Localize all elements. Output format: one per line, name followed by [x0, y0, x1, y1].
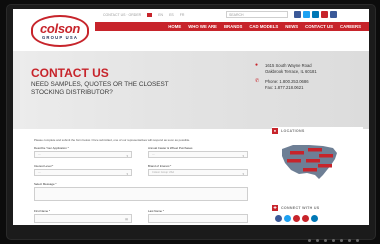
nav-item-cad-models[interactable]: CAD MODELS	[249, 24, 278, 29]
fax-number: Fax: 1.877.218.0621	[265, 84, 304, 90]
twitter-icon[interactable]	[284, 215, 291, 222]
logo-subtitle: GROUP USA	[41, 34, 79, 40]
connect-title: CONNECT WITH US	[281, 206, 320, 210]
chevron-down-icon: ▾	[242, 154, 244, 158]
linkedin-icon[interactable]	[311, 215, 318, 222]
field-label: Brand of Interest *	[148, 164, 172, 168]
location-label-marker[interactable]	[290, 151, 304, 155]
chevron-down-icon: ▾	[242, 172, 244, 176]
monitor-buttons	[308, 239, 359, 242]
header-social-icons	[294, 11, 337, 18]
connect-panel: ✚ CONNECT WITH US	[272, 204, 363, 225]
power-button[interactable]	[356, 239, 359, 242]
first-name-field[interactable]: ▤	[34, 214, 132, 223]
location-icon: ●	[272, 128, 278, 134]
social-icon[interactable]	[330, 11, 337, 18]
monitor-button[interactable]	[316, 239, 319, 242]
youtube-icon[interactable]	[293, 215, 300, 222]
location-label-marker[interactable]	[318, 164, 332, 168]
field-label: Describe Your Application *	[34, 146, 69, 150]
message-textarea[interactable]	[34, 187, 248, 201]
contact-card-icon: ▤	[125, 217, 128, 221]
utility-lang-en[interactable]: EN	[158, 13, 163, 17]
connect-social-icons	[272, 215, 363, 222]
address-line: Oakbrook Terrace, IL 60181	[265, 68, 317, 74]
pinterest-icon[interactable]	[302, 215, 309, 222]
monitor-button[interactable]	[348, 239, 351, 242]
last-name-field[interactable]	[148, 214, 248, 223]
subtitle-line: STOCKING DISTRIBUTOR?	[31, 88, 113, 96]
field-label: Annual Caster & Wheel Purchases	[148, 146, 193, 150]
location-label-marker[interactable]	[303, 168, 317, 172]
select-value: Colson Group USA	[152, 171, 175, 174]
form-intro: Please complete and submit the form belo…	[34, 138, 191, 142]
interest-level-select[interactable]: --- ▾	[34, 169, 132, 176]
chevron-down-icon: ▾	[126, 154, 128, 158]
linkedin-icon[interactable]	[312, 11, 319, 18]
flag-icon	[147, 13, 153, 17]
locations-panel: ● LOCATIONS	[272, 127, 363, 185]
page-title: CONTACT US	[31, 66, 109, 80]
browser-screen: colson GROUP USA CONTACT US · ORDER EN E…	[13, 9, 369, 225]
share-icon: ✚	[272, 205, 278, 211]
monitor-button[interactable]	[324, 239, 327, 242]
nav-item-contact-us[interactable]: CONTACT US	[305, 24, 333, 29]
us-locations-map[interactable]	[279, 139, 341, 183]
purchases-select[interactable]: --- ▾	[148, 151, 248, 158]
chevron-down-icon: ▾	[126, 172, 128, 176]
phone-icon: ✆	[255, 78, 260, 84]
facebook-icon[interactable]	[275, 215, 282, 222]
search-input[interactable]: SEARCH	[226, 11, 288, 18]
contact-hero: CONTACT US NEED SAMPLES, QUOTES OR THE C…	[13, 51, 369, 129]
utility-lang-fr[interactable]: FR	[180, 13, 185, 17]
utility-bar: CONTACT US · ORDER EN ES FR	[103, 12, 184, 18]
site-header: colson GROUP USA CONTACT US · ORDER EN E…	[13, 9, 369, 51]
monitor-button[interactable]	[340, 239, 343, 242]
nav-item-careers[interactable]: CAREERS	[340, 24, 361, 29]
utility-lang-es[interactable]: ES	[169, 13, 174, 17]
logo-wordmark: colson	[39, 20, 81, 36]
colson-logo[interactable]: colson GROUP USA	[31, 15, 89, 47]
field-label: Select Message *	[34, 182, 57, 186]
monitor-button[interactable]	[332, 239, 335, 242]
select-value: ---	[38, 171, 41, 174]
twitter-icon[interactable]	[303, 11, 310, 18]
location-label-marker[interactable]	[287, 159, 301, 163]
youtube-icon[interactable]	[321, 11, 328, 18]
select-value: ---	[152, 153, 155, 156]
contact-address: ● 1615 South Wayne Road Oakbrook Terrace…	[255, 63, 317, 90]
field-label: First Name *	[34, 209, 51, 213]
page-subtitle: NEED SAMPLES, QUOTES OR THE CLOSEST STOC…	[31, 81, 181, 96]
main-nav: HOME WHO WE ARE BRANDS CAD MODELS NEWS C…	[95, 22, 369, 31]
utility-link-contact[interactable]: CONTACT US · ORDER	[103, 13, 141, 17]
locations-title: LOCATIONS	[281, 129, 305, 133]
monitor-button[interactable]	[308, 239, 311, 242]
nav-item-home[interactable]: HOME	[168, 24, 181, 29]
location-label-marker[interactable]	[319, 154, 333, 158]
nav-item-news[interactable]: NEWS	[285, 24, 298, 29]
subtitle-line: NEED SAMPLES, QUOTES OR THE CLOSEST	[31, 81, 169, 88]
locations-header: ● LOCATIONS	[272, 127, 363, 135]
phone-number[interactable]: Phone: 1.800.253.0686	[265, 79, 317, 85]
brand-select[interactable]: Colson Group USA ▾	[148, 169, 248, 176]
nav-item-who-we-are[interactable]: WHO WE ARE	[188, 24, 217, 29]
nav-item-brands[interactable]: BRANDS	[224, 24, 242, 29]
field-label: Last Name *	[148, 209, 164, 213]
field-label: Interest Level *	[34, 164, 54, 168]
location-label-marker[interactable]	[306, 159, 320, 163]
address-line: 1615 South Wayne Road	[265, 63, 312, 68]
application-select[interactable]: --- ▾	[34, 151, 132, 158]
facebook-icon[interactable]	[294, 11, 301, 18]
select-value: ---	[38, 153, 41, 156]
map-pin-icon: ●	[255, 62, 259, 68]
connect-header: ✚ CONNECT WITH US	[272, 204, 363, 212]
location-label-marker[interactable]	[308, 148, 322, 152]
